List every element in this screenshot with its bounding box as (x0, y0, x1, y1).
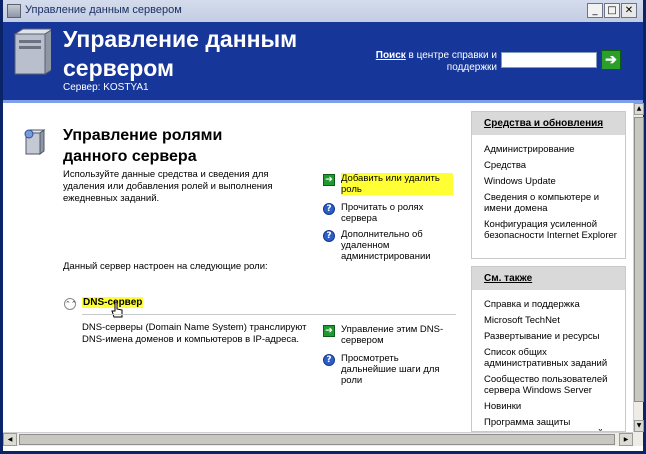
search-go-button[interactable]: ➔ (601, 50, 621, 70)
dns-next-steps-link[interactable]: ? Просмотреть дальнейшие шаги для роли (323, 353, 453, 386)
see-also-item[interactable]: Справка и поддержка (484, 299, 621, 310)
scroll-up-button[interactable]: ▲ (634, 103, 644, 115)
tools-list: Администрирование Средства Windows Updat… (472, 135, 625, 241)
remote-admin-info-link[interactable]: ? Дополнительно об удаленном администрир… (323, 229, 453, 262)
action-label[interactable]: Дополнительно об удаленном администриров… (341, 229, 453, 262)
search-label: Поиск в центре справки и поддержки (363, 50, 497, 74)
see-also-item[interactable]: Сообщество пользователей сервера Windows… (484, 374, 621, 396)
see-also-list: Справка и поддержка Microsoft TechNet Ра… (472, 290, 625, 431)
help-icon: ? (323, 230, 335, 242)
app-icon (7, 4, 21, 18)
scroll-left-button[interactable]: ◀ (3, 433, 17, 446)
search-label-bold: Поиск (375, 50, 406, 61)
window-title: Управление данным сервером (25, 4, 182, 16)
minimize-button[interactable]: _ (587, 3, 603, 18)
dns-description: DNS-серверы (Domain Name System) трансли… (82, 322, 307, 345)
server-name: Сервер: KOSTYA1 (63, 82, 149, 93)
action-label[interactable]: Прочитать о ролях сервера (341, 202, 453, 224)
help-icon: ? (323, 354, 335, 366)
manage-dns-link[interactable]: ➔ Управление этим DNS-сервером (323, 324, 453, 346)
window: Управление данным сервером _ □ ✕ Управле… (0, 0, 646, 454)
see-also-panel-title: См. также (472, 267, 625, 290)
page-title: Управление данным сервером (63, 26, 298, 81)
server-roles-icon (24, 129, 45, 155)
arrow-icon: ➔ (323, 325, 335, 337)
title-bar[interactable]: Управление данным сервером _ □ ✕ (3, 0, 643, 23)
close-button[interactable]: ✕ (621, 3, 637, 18)
collapse-dns-button[interactable]: ⌃⌃ (64, 298, 77, 310)
tools-item[interactable]: Сведения о компьютере и имени домена (484, 192, 621, 214)
tools-item[interactable]: Конфигурация усиленной безопасности Inte… (484, 219, 621, 241)
search-label-rest: в центре справки и поддержки (405, 50, 497, 73)
header: Управление данным сервером Сервер: KOSTY… (3, 22, 643, 103)
roles-section-title: Управление ролями данного сервера (63, 127, 223, 165)
see-also-item[interactable]: Microsoft TechNet (484, 315, 621, 326)
action-label[interactable]: Добавить или удалить роль (341, 173, 453, 195)
hand-cursor-icon (111, 301, 123, 318)
scroll-right-button[interactable]: ▶ (619, 433, 633, 446)
action-label[interactable]: Просмотреть дальнейшие шаги для роли (341, 353, 453, 386)
maximize-button[interactable]: □ (604, 3, 620, 18)
add-remove-role-link[interactable]: ➔ Добавить или удалить роль (323, 173, 453, 195)
see-also-item[interactable]: Новинки (484, 401, 621, 412)
tools-item[interactable]: Средства (484, 160, 621, 171)
help-icon: ? (323, 203, 335, 215)
read-about-roles-link[interactable]: ? Прочитать о ролях сервера (323, 202, 453, 224)
arrow-icon: ➔ (323, 174, 335, 186)
horizontal-scroll-thumb[interactable] (19, 434, 615, 445)
server-icon (13, 28, 51, 75)
horizontal-scrollbar[interactable]: ◀ ▶ (3, 432, 633, 446)
see-also-item[interactable]: Программа защиты стратегических технолог… (484, 417, 621, 431)
roles-status-text: Данный сервер настроен на следующие роли… (63, 261, 268, 272)
main-content: Управление ролями данного сервера Исполь… (3, 103, 633, 432)
tools-panel: Средства и обновления Администрирование … (471, 111, 626, 259)
see-also-panel: См. также Справка и поддержка Microsoft … (471, 266, 626, 432)
tools-panel-title: Средства и обновления (472, 112, 625, 135)
action-label[interactable]: Управление этим DNS-сервером (341, 324, 453, 346)
tools-item[interactable]: Администрирование (484, 144, 621, 155)
vertical-scroll-thumb[interactable] (634, 117, 644, 402)
tools-item[interactable]: Windows Update (484, 176, 621, 187)
see-also-item[interactable]: Список общих административных заданий (484, 347, 621, 369)
scroll-down-button[interactable]: ▼ (634, 420, 644, 432)
roles-intro: Используйте данные средства и сведения д… (63, 169, 273, 204)
see-also-item[interactable]: Развертывание и ресурсы (484, 331, 621, 342)
search-input[interactable] (501, 52, 597, 68)
scrollbar-corner (633, 432, 643, 446)
divider (82, 314, 456, 315)
vertical-scrollbar[interactable]: ▲ ▼ (633, 103, 644, 432)
